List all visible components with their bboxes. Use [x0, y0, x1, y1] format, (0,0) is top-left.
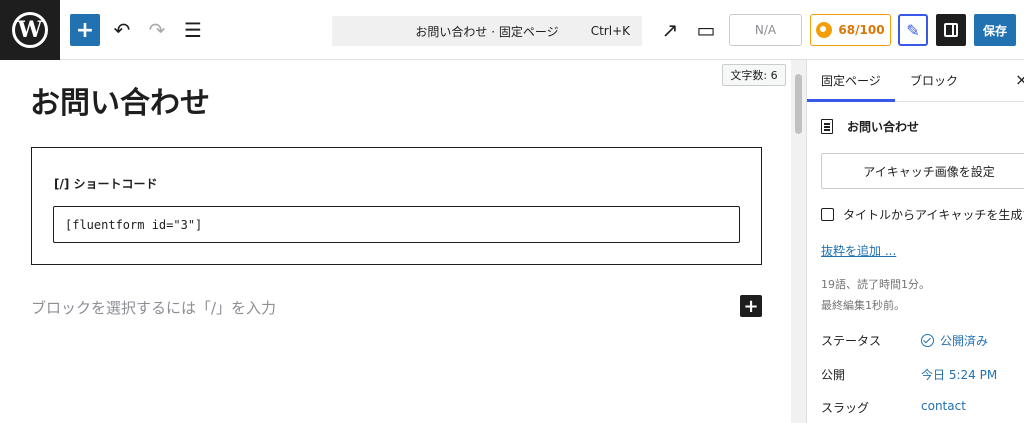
- wordpress-logo[interactable]: W: [0, 0, 60, 60]
- redo-button[interactable]: ↷: [141, 14, 173, 46]
- editor-scrollbar[interactable]: [791, 60, 806, 423]
- word-count-badge: 文字数: 6: [722, 64, 786, 86]
- sidebar-doc-title: お問い合わせ: [847, 120, 920, 134]
- top-toolbar: W + ↶ ↷ ☰ お問い合わせ · 固定ページ Ctrl+K ↗ ▭ N/A …: [0, 0, 1024, 60]
- undo-icon: ↶: [113, 18, 131, 42]
- external-link-icon: ↗: [661, 18, 679, 42]
- page-title[interactable]: お問い合わせ: [30, 78, 210, 122]
- undo-button[interactable]: ↶: [106, 14, 138, 46]
- shortcode-input[interactable]: [fluentform id="3"]: [53, 206, 740, 243]
- list-view-icon: ☰: [184, 18, 202, 42]
- close-sidebar-icon[interactable]: ×: [1015, 70, 1024, 89]
- publish-date-button[interactable]: 今日 5:24 PM: [921, 366, 997, 383]
- wordpress-logo-icon: W: [12, 12, 48, 48]
- view-page-button[interactable]: ↗: [654, 14, 686, 46]
- publish-label: 公開: [821, 368, 846, 382]
- plus-icon: +: [743, 295, 759, 317]
- sidebar-panel-icon: [944, 23, 958, 37]
- seo-na-button[interactable]: N/A: [729, 14, 802, 46]
- score-label: 68/100: [838, 23, 885, 37]
- redo-icon: ↷: [148, 18, 166, 42]
- na-label: N/A: [754, 23, 777, 37]
- settings-sidebar-toggle[interactable]: [936, 14, 966, 46]
- slug-value-link[interactable]: contact: [921, 399, 966, 413]
- shortcode-block-label: [/] ショートコード: [54, 177, 158, 191]
- status-label: ステータス: [821, 334, 882, 348]
- inline-add-block-button[interactable]: +: [740, 295, 762, 317]
- block-placeholder[interactable]: ブロックを選択するには「/」を入力: [31, 297, 276, 318]
- command-shortcut: Ctrl+K: [590, 24, 630, 38]
- add-block-button[interactable]: +: [70, 14, 100, 46]
- generate-featured-label: タイトルからアイキャッチを生成する: [843, 208, 1024, 222]
- tab-page[interactable]: 固定ページ: [821, 72, 881, 89]
- list-view-button[interactable]: ☰: [177, 14, 209, 46]
- document-bar[interactable]: お問い合わせ · 固定ページ Ctrl+K: [332, 16, 642, 46]
- slug-label: スラッグ: [821, 401, 870, 415]
- page-document-icon: [821, 119, 833, 134]
- status-value-button[interactable]: 公開済み: [921, 332, 988, 349]
- plus-icon: +: [75, 17, 95, 43]
- tab-block[interactable]: ブロック: [910, 72, 958, 89]
- active-tab-indicator: [807, 99, 895, 102]
- last-edited: 最終編集1秒前。: [821, 299, 905, 312]
- preview-button[interactable]: ▭: [690, 14, 722, 46]
- more-options-icon[interactable]: ⋮: [1019, 118, 1024, 134]
- magic-wand-icon: ✎: [906, 20, 920, 40]
- page-summary: お問い合わせ: [821, 118, 919, 135]
- generate-featured-option[interactable]: タイトルからアイキャッチを生成する: [821, 206, 1024, 223]
- page-meta-info: 19語、読了時間1分。 最終編集1秒前。: [821, 274, 930, 316]
- word-reading-time: 19語、読了時間1分。: [821, 278, 930, 291]
- published-check-icon: [921, 334, 934, 347]
- scrollbar-thumb[interactable]: [795, 74, 802, 134]
- set-featured-image-button[interactable]: アイキャッチ画像を設定: [821, 153, 1024, 189]
- ai-assist-button[interactable]: ✎: [898, 14, 928, 46]
- save-button[interactable]: 保存: [974, 14, 1016, 46]
- desktop-preview-icon: ▭: [696, 18, 716, 42]
- status-value: 公開済み: [940, 334, 989, 348]
- score-icon: [816, 22, 833, 38]
- sidebar-tabs: 固定ページ ブロック ×: [807, 60, 1024, 102]
- add-excerpt-link[interactable]: 抜粋を追加 ...: [821, 242, 896, 259]
- settings-sidebar: 固定ページ ブロック × お問い合わせ ⋮ アイキャッチ画像を設定 タイトルから…: [806, 60, 1024, 423]
- seo-score-button[interactable]: 68/100: [810, 14, 891, 46]
- shortcode-block[interactable]: [/] ショートコード [fluentform id="3"]: [31, 147, 762, 265]
- generate-featured-checkbox[interactable]: [821, 208, 834, 221]
